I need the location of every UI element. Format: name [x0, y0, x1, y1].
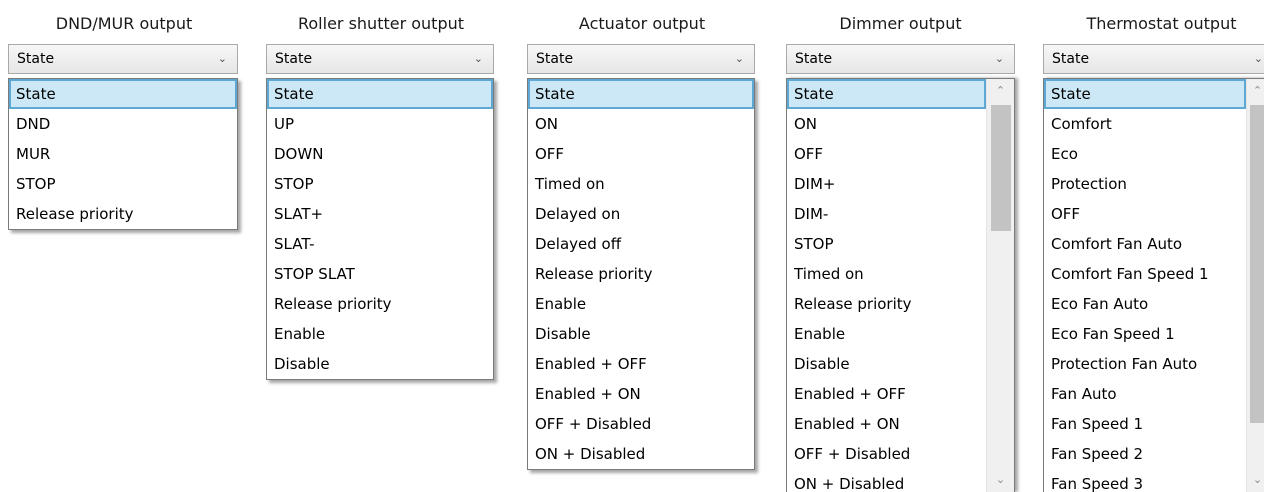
dimmer-option[interactable]: Disable [787, 349, 986, 379]
scroll-up-arrow-icon[interactable]: ⌃ [1247, 79, 1264, 103]
actuator-option[interactable]: Enabled + OFF [528, 349, 754, 379]
dimmer-option[interactable]: Enabled + ON [787, 409, 986, 439]
thermostat-select-value: State [1052, 51, 1090, 67]
dnd-mur-dropdown: State DND MUR STOP Release priority [8, 78, 238, 230]
thermostat-option[interactable]: Fan Auto [1044, 379, 1246, 409]
actuator-dropdown: State ON OFF Timed on Delayed on Delayed… [527, 78, 755, 470]
actuator-option[interactable]: Release priority [528, 259, 754, 289]
dimmer-option[interactable]: DIM+ [787, 169, 986, 199]
actuator-option[interactable]: Disable [528, 319, 754, 349]
dnd-mur-select[interactable]: State ⌄ [8, 44, 238, 74]
scroll-down-arrow-icon[interactable]: ⌄ [1247, 468, 1264, 492]
dnd-mur-select-value: State [17, 51, 55, 67]
chevron-down-icon: ⌄ [994, 52, 1004, 65]
thermostat-scroll-thumb[interactable] [1250, 105, 1264, 423]
dnd-mur-option[interactable]: DND [9, 109, 237, 139]
actuator-option[interactable]: Delayed on [528, 199, 754, 229]
roller-shutter-option[interactable]: DOWN [267, 139, 493, 169]
thermostat-select[interactable]: State ⌄ [1043, 44, 1264, 74]
roller-shutter-title: Roller shutter output [297, 14, 465, 33]
thermostat-dropdown: State Comfort Eco Protection OFF Comfort… [1043, 78, 1264, 492]
thermostat-option-list: State Comfort Eco Protection OFF Comfort… [1044, 79, 1246, 492]
dnd-mur-title: DND/MUR output [55, 14, 193, 33]
actuator-option[interactable]: Delayed off [528, 229, 754, 259]
roller-shutter-option[interactable]: STOP [267, 169, 493, 199]
thermostat-option[interactable]: Comfort Fan Speed 1 [1044, 259, 1246, 289]
thermostat-option[interactable]: Fan Speed 2 [1044, 439, 1246, 469]
dimmer-dropdown: State ON OFF DIM+ DIM- STOP Timed on Rel… [786, 78, 1015, 492]
actuator-option[interactable]: Enable [528, 289, 754, 319]
dimmer-option[interactable]: Enabled + OFF [787, 379, 986, 409]
thermostat-option[interactable]: Protection Fan Auto [1044, 349, 1246, 379]
actuator-title: Actuator output [578, 14, 706, 33]
chevron-down-icon: ⌄ [1253, 52, 1263, 65]
actuator-option[interactable]: OFF + Disabled [528, 409, 754, 439]
thermostat-title: Thermostat output [1086, 14, 1237, 33]
thermostat-scrollbar[interactable]: ⌃ ⌄ [1246, 79, 1264, 492]
actuator-option[interactable]: State [528, 79, 754, 109]
dnd-mur-option[interactable]: Release priority [9, 199, 237, 229]
roller-shutter-select[interactable]: State ⌄ [266, 44, 494, 74]
thermostat-option[interactable]: Comfort [1044, 109, 1246, 139]
dimmer-option[interactable]: Release priority [787, 289, 986, 319]
dimmer-title: Dimmer output [839, 14, 962, 33]
dimmer-select[interactable]: State ⌄ [786, 44, 1015, 74]
actuator-select-value: State [536, 51, 574, 67]
thermostat-option[interactable]: State [1044, 79, 1246, 109]
scroll-down-arrow-icon[interactable]: ⌄ [987, 468, 1014, 492]
scroll-up-arrow-icon[interactable]: ⌃ [987, 79, 1014, 103]
actuator-option[interactable]: ON + Disabled [528, 439, 754, 469]
dimmer-scrollbar[interactable]: ⌃ ⌄ [986, 79, 1014, 492]
dimmer-scroll-thumb[interactable] [991, 105, 1011, 231]
roller-shutter-dropdown: State UP DOWN STOP SLAT+ SLAT- STOP SLAT… [266, 78, 494, 380]
dimmer-option[interactable]: ON + Disabled [787, 469, 986, 492]
dimmer-option[interactable]: Timed on [787, 259, 986, 289]
dnd-mur-option[interactable]: STOP [9, 169, 237, 199]
actuator-select[interactable]: State ⌄ [527, 44, 755, 74]
thermostat-option[interactable]: Eco Fan Auto [1044, 289, 1246, 319]
thermostat-option[interactable]: Eco Fan Speed 1 [1044, 319, 1246, 349]
roller-shutter-option[interactable]: STOP SLAT [267, 259, 493, 289]
thermostat-option[interactable]: Fan Speed 1 [1044, 409, 1246, 439]
dimmer-option[interactable]: State [787, 79, 986, 109]
chevron-down-icon: ⌄ [734, 52, 744, 65]
dimmer-select-value: State [795, 51, 833, 67]
thermostat-option[interactable]: Eco [1044, 139, 1246, 169]
thermostat-option[interactable]: Comfort Fan Auto [1044, 229, 1246, 259]
dimmer-option-list: State ON OFF DIM+ DIM- STOP Timed on Rel… [787, 79, 986, 492]
dnd-mur-option[interactable]: MUR [9, 139, 237, 169]
dimmer-option[interactable]: STOP [787, 229, 986, 259]
dimmer-option[interactable]: Enable [787, 319, 986, 349]
chevron-down-icon: ⌄ [473, 52, 483, 65]
thermostat-option[interactable]: Fan Speed 3 [1044, 469, 1246, 492]
actuator-option[interactable]: Enabled + ON [528, 379, 754, 409]
roller-shutter-select-value: State [275, 51, 313, 67]
roller-shutter-option[interactable]: SLAT- [267, 229, 493, 259]
thermostat-option[interactable]: OFF [1044, 199, 1246, 229]
thermostat-option[interactable]: Protection [1044, 169, 1246, 199]
actuator-option[interactable]: ON [528, 109, 754, 139]
roller-shutter-option[interactable]: State [267, 79, 493, 109]
roller-shutter-option[interactable]: Release priority [267, 289, 493, 319]
roller-shutter-option[interactable]: Disable [267, 349, 493, 379]
actuator-option[interactable]: OFF [528, 139, 754, 169]
roller-shutter-option[interactable]: SLAT+ [267, 199, 493, 229]
chevron-down-icon: ⌄ [217, 52, 227, 65]
roller-shutter-option[interactable]: Enable [267, 319, 493, 349]
dnd-mur-option[interactable]: State [9, 79, 237, 109]
dimmer-option[interactable]: ON [787, 109, 986, 139]
roller-shutter-option[interactable]: UP [267, 109, 493, 139]
dimmer-option[interactable]: DIM- [787, 199, 986, 229]
dimmer-option[interactable]: OFF [787, 139, 986, 169]
dimmer-option[interactable]: OFF + Disabled [787, 439, 986, 469]
actuator-option[interactable]: Timed on [528, 169, 754, 199]
